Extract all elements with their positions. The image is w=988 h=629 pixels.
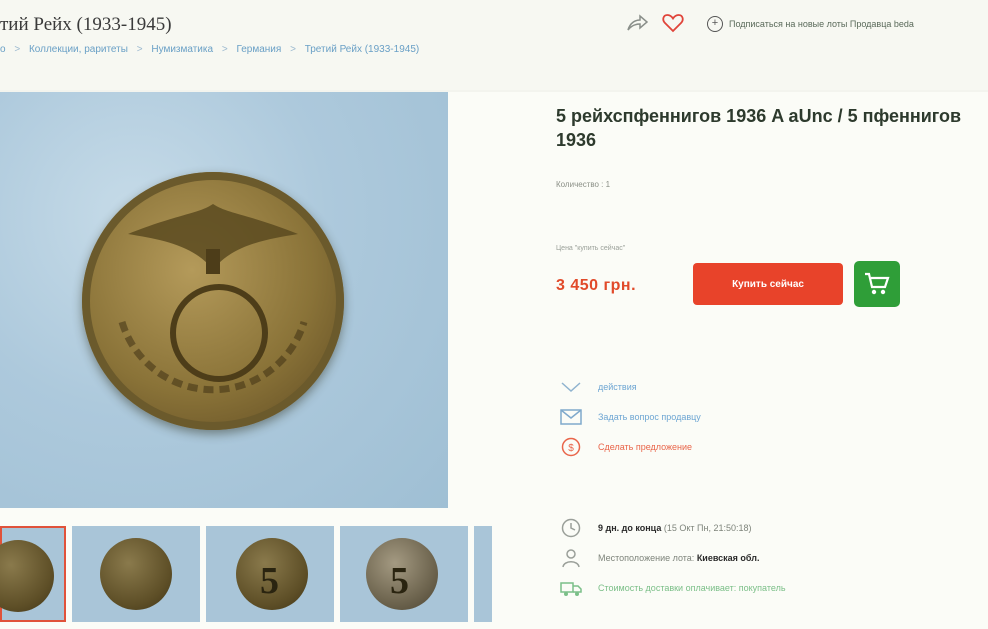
coin-thumbnail-icon: 5 <box>366 538 438 610</box>
breadcrumb-separator: > <box>14 44 21 55</box>
ask-seller-link[interactable]: Задать вопрос продавцу <box>560 402 701 432</box>
delivery-truck-icon <box>560 582 582 596</box>
share-icon[interactable] <box>624 12 650 34</box>
thumbnail-numeral: 5 <box>390 560 409 602</box>
actions-label: действия <box>598 382 637 392</box>
time-left-row: 9 дн. до конца (15 Окт Пн, 21:50:18) <box>560 513 786 543</box>
buy-now-button[interactable]: Купить сейчас <box>693 263 843 305</box>
coin-thumbnail-icon <box>0 540 54 612</box>
shipping-row: Стоимость доставки оплачивает: покупател… <box>560 573 786 603</box>
coin-thumbnail-icon <box>100 538 172 610</box>
heart-icon[interactable] <box>660 12 686 34</box>
breadcrumb-item[interactable]: Коллекции, раритеты <box>29 44 128 55</box>
lot-actions <box>624 12 686 34</box>
thumbnail[interactable]: 5 <box>340 526 468 622</box>
breadcrumb-item[interactable]: Третий Рейх (1933-1945) <box>305 44 420 55</box>
thumbnail[interactable] <box>474 526 492 622</box>
thumbnail[interactable] <box>0 526 66 622</box>
person-location-icon <box>562 549 580 568</box>
plus-icon: + <box>707 16 723 32</box>
mail-icon <box>560 409 582 425</box>
make-offer-link[interactable]: $ Сделать предложение <box>560 432 701 462</box>
clock-icon <box>561 518 581 538</box>
breadcrumb-item[interactable]: о <box>0 44 6 55</box>
price-label: Цена "купить сейчас" <box>556 245 626 252</box>
add-to-cart-button[interactable] <box>854 261 900 307</box>
top-bar: тий Рейх (1933-1945) о > Коллекции, рари… <box>0 0 988 90</box>
time-left: 9 дн. до конца <box>598 523 662 533</box>
svg-text:$: $ <box>568 443 574 454</box>
breadcrumb: о > Коллекции, раритеты > Нумизматика > … <box>0 44 425 55</box>
coin-thumbnail-icon: 5 <box>236 538 308 610</box>
location-value: Киевская обл. <box>696 553 760 563</box>
coin-image <box>82 172 344 430</box>
breadcrumb-separator: > <box>136 44 143 55</box>
breadcrumb-item[interactable]: Нумизматика <box>151 44 213 55</box>
quantity-text: Количество : 1 <box>556 180 611 189</box>
shipping-text: Стоимость доставки оплачивает: покупател… <box>598 583 786 593</box>
lot-title: 5 рейхспфеннигов 1936 A aUnc / 5 пфенниг… <box>556 106 962 150</box>
coin-inscription-icon <box>118 320 308 394</box>
breadcrumb-separator: > <box>221 44 228 55</box>
category-title: тий Рейх (1933-1945) <box>0 14 172 35</box>
location-row: Местоположение лота: Киевская обл. <box>560 543 786 573</box>
breadcrumb-separator: > <box>290 44 296 55</box>
price-value: 3 450 грн. <box>556 277 637 294</box>
thumbnail[interactable] <box>72 526 200 622</box>
location-label: Местоположение лота: <box>598 553 695 563</box>
thumbnail-strip: 5 5 <box>0 526 492 622</box>
lot-links: действия Задать вопрос продавцу $ Сделат… <box>560 372 701 462</box>
lot-info: 9 дн. до конца (15 Окт Пн, 21:50:18) Мес… <box>560 513 786 603</box>
breadcrumb-item[interactable]: Германия <box>236 44 281 55</box>
subscribe-link[interactable]: + Подписаться на новые лоты Продавца bed… <box>707 16 914 32</box>
end-date: (15 Окт Пн, 21:50:18) <box>663 523 752 533</box>
thumbnail[interactable]: 5 <box>206 526 334 622</box>
thumbnail-numeral: 5 <box>260 560 279 602</box>
subscribe-label: Подписаться на новые лоты Продавца beda <box>729 19 914 29</box>
chevron-down-icon <box>561 382 581 393</box>
actions-toggle[interactable]: действия <box>560 372 701 402</box>
ask-seller-label: Задать вопрос продавцу <box>598 412 701 422</box>
make-offer-label: Сделать предложение <box>598 442 693 452</box>
currency-icon: $ <box>561 437 581 457</box>
cart-icon <box>865 272 890 295</box>
